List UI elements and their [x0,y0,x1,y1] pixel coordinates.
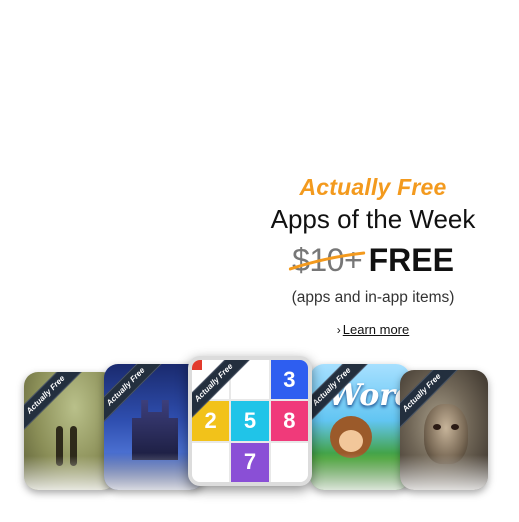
tile-reflection [24,455,116,490]
grid-cell: 7 [231,442,269,482]
grid-cell: 8 [270,401,308,441]
app-carousel: Actually Free Actually Free Word Actuall… [0,350,519,522]
new-price: FREE [368,242,454,278]
grid-cell [192,442,230,482]
red-corner [192,360,202,370]
monkey-icon [330,416,372,458]
promo-title: Apps of the Week [270,204,476,234]
strikethrough-line [288,251,366,271]
promo-headline: Actually Free Apps of the Week $10+ FREE… [250,172,496,339]
learn-more-link[interactable]: Learn more [343,322,409,337]
learn-more-row: › Learn more [250,321,496,339]
tile-reflection [310,453,410,490]
app-tile-5[interactable]: Actually Free [400,370,488,490]
grid-cell: 3 [270,360,308,400]
price-row: $10+ FREE [250,244,496,283]
app-tile-4[interactable]: Word Actually Free [310,364,410,490]
app-tile-featured[interactable]: 3 2 5 8 7 Actually Free [188,356,312,486]
old-price: $10+ [288,244,366,276]
grid-cell: 5 [231,401,269,441]
price-subtitle: (apps and in-app items) [291,289,455,306]
tile-reflection [400,455,488,490]
grid-cell [270,442,308,482]
chevron-right-icon: › [336,323,341,337]
app-tile-1[interactable]: Actually Free [24,372,116,490]
tagline: Actually Free [299,174,447,200]
castle-icon [132,400,178,460]
